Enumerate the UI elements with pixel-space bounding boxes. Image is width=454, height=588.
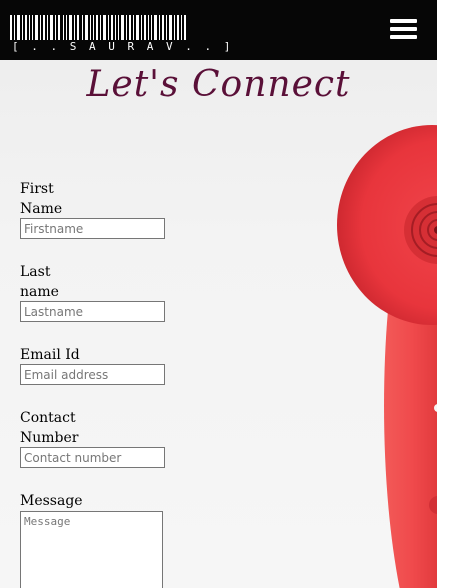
telephone-handset-image [337,125,437,588]
last-name-label-line2: name [20,284,59,300]
contact-page: [ . . S A U R A V . . ] Let's Connect Fi… [0,0,437,588]
contact-number-label: Contact Number [20,408,78,448]
hamburger-menu-icon[interactable] [390,17,418,42]
page-title: Let's Connect [86,64,351,105]
first-name-label-line1: First [20,181,54,197]
email-input[interactable] [20,364,165,385]
barcode-logo-icon[interactable] [10,15,186,40]
last-name-input[interactable] [20,301,165,322]
contact-number-label-line1: Contact [20,410,76,426]
last-name-label: Last name [20,262,59,302]
logo-text[interactable]: [ . . S A U R A V . . ] [12,40,233,53]
first-name-input[interactable] [20,218,165,239]
contact-number-label-line2: Number [20,430,79,446]
email-label: Email Id [20,347,80,363]
top-navbar: [ . . S A U R A V . . ] [0,0,437,60]
message-label: Message [20,493,83,509]
last-name-label-line1: Last [20,264,51,280]
first-name-label: First Name [20,179,62,219]
contact-number-input[interactable] [20,447,165,468]
first-name-label-line2: Name [20,201,63,217]
message-textarea[interactable] [20,511,163,588]
